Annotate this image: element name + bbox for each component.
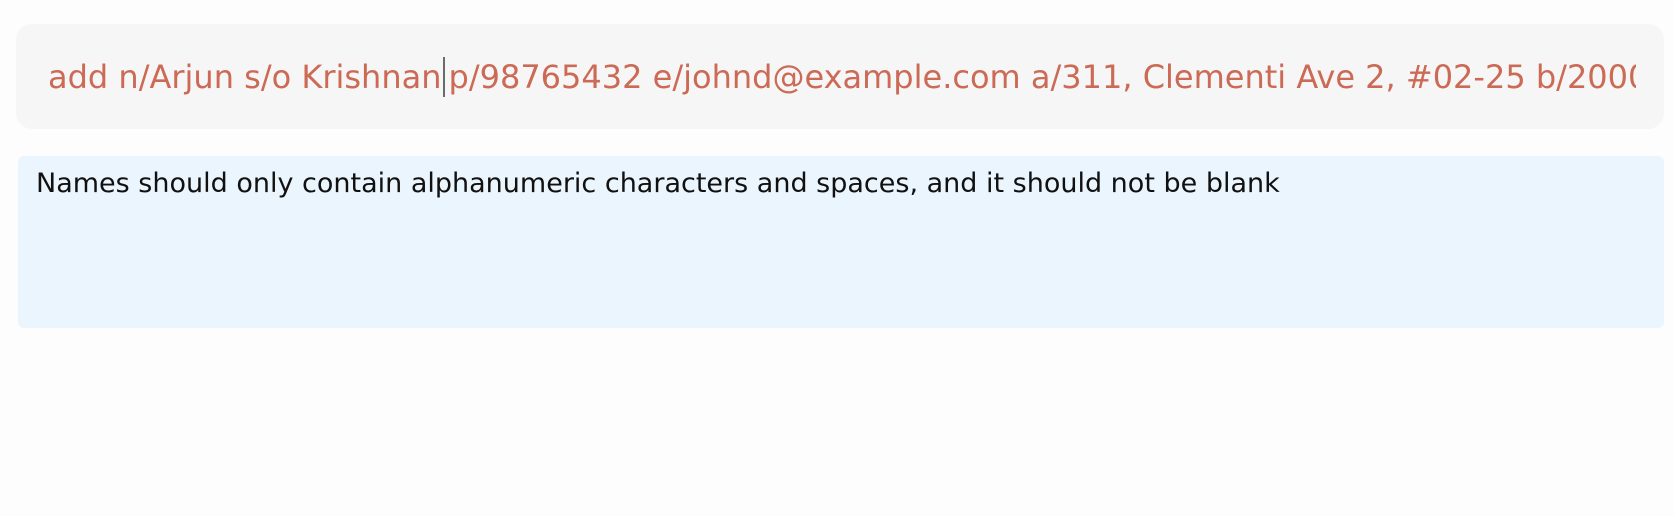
command-text-after-cursor: p/98765432 e/johnd@example.com a/311, Cl…: [448, 58, 1637, 96]
result-message: Names should only contain alphanumeric c…: [36, 168, 1280, 199]
text-cursor: [442, 57, 445, 97]
command-text-before-cursor: add n/Arjun s/o Krishnan: [48, 58, 442, 96]
command-box: add n/Arjun s/o Krishnan p/98765432 e/joh…: [16, 24, 1664, 129]
result-display: Names should only contain alphanumeric c…: [18, 156, 1664, 328]
command-input[interactable]: add n/Arjun s/o Krishnan p/98765432 e/joh…: [48, 51, 1636, 103]
